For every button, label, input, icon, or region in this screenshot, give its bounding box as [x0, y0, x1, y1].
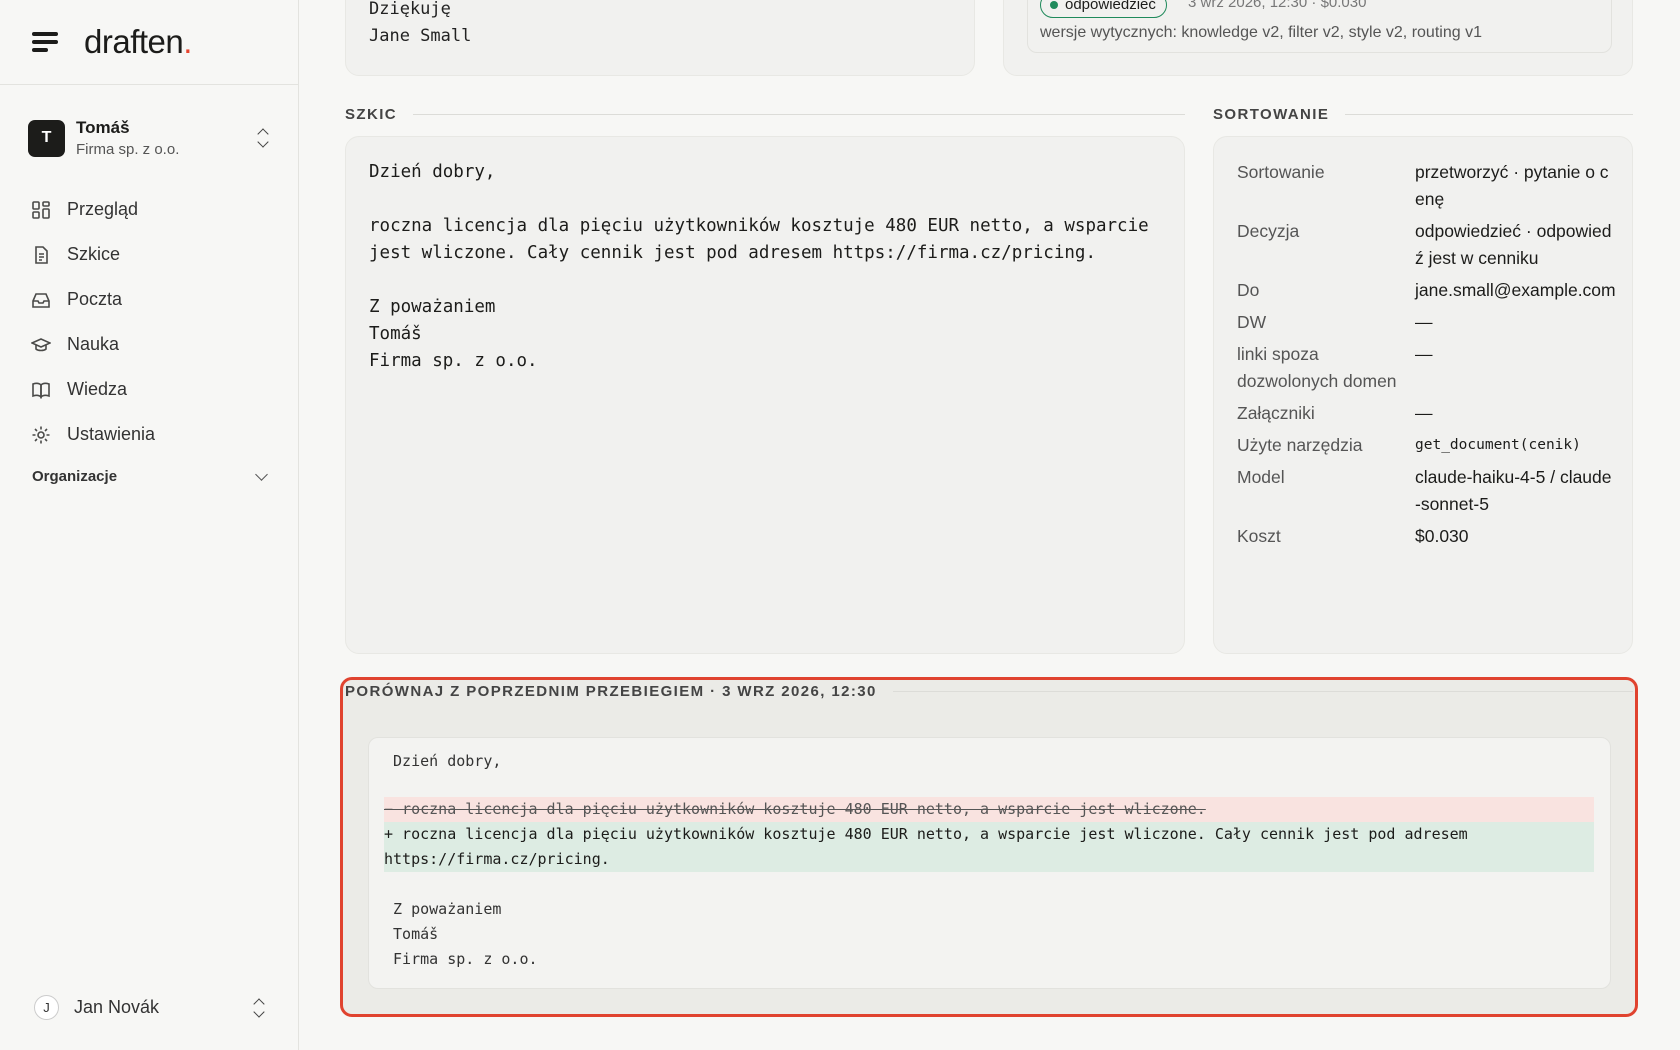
sidebar: draften. T Tomáš Firma sp. z o.o. Przegl…	[0, 0, 299, 1050]
run-meta-card: odpowiedzieć 3 wrz 2026, 12:30 · $0.030 …	[1003, 0, 1633, 76]
run-meta-box: odpowiedzieć 3 wrz 2026, 12:30 · $0.030 …	[1027, 0, 1612, 53]
original-email-card: Dziękuję Jane Small	[345, 0, 975, 76]
detail-row-model: Model claude-haiku-4-5 / claude-sonnet-5	[1237, 467, 1612, 514]
sidebar-item-label: Wiedza	[67, 379, 128, 399]
document-icon	[30, 244, 52, 266]
user-name: Jan Novák	[74, 997, 160, 1017]
sidebar-item-label: Ustawienia	[67, 424, 156, 444]
draft-body[interactable]: Dzień dobry, roczna licencja dla pięciu …	[369, 159, 1149, 375]
guideline-versions: wersje wytycznych: knowledge v2, filter …	[1040, 24, 1482, 41]
organizations-label: Organizacje	[32, 468, 118, 485]
sorting-card: Sortowanie przetworzyć · pytanie o cenę D…	[1213, 136, 1633, 654]
run-timestamp: 3 wrz 2026, 12:30 · $0.030	[1188, 0, 1367, 11]
diff-line: Dzień dobry,	[384, 752, 502, 770]
sidebar-item-szkice[interactable]: Szkice	[30, 232, 270, 277]
detail-row-do: Do jane.small@example.com	[1237, 280, 1616, 300]
sidebar-item-przeglad[interactable]: Przegląd	[30, 187, 270, 232]
account-avatar: T	[28, 119, 65, 157]
book-icon	[30, 379, 52, 401]
sidebar-item-label: Nauka	[67, 334, 120, 354]
sidebar-nav: Przegląd Szkice Poczta Nauka Wiedza Usta…	[30, 187, 270, 457]
menu-icon[interactable]	[32, 31, 60, 53]
gear-icon	[30, 424, 52, 446]
draft-card: Dzień dobry, roczna licencja dla pięciu …	[345, 136, 1185, 654]
original-email-text: Dziękuję Jane Small	[369, 0, 472, 46]
compare-heading: PORÓWNAJ Z POPRZEDNIM PRZEBIEGIEM · 3 WR…	[345, 683, 1633, 700]
sidebar-item-label: Poczta	[67, 289, 123, 309]
draft-heading: SZKIC	[345, 106, 1185, 123]
detail-row-links: linki spoza dozwolonych domen —	[1237, 344, 1433, 391]
detail-row-koszt: Koszt $0.030	[1237, 526, 1469, 546]
inbox-icon	[30, 289, 52, 311]
diff-line-removed: − roczna licencja dla pięciu użytkownikó…	[384, 797, 1594, 822]
chevron-updown-icon	[256, 128, 270, 148]
chevron-down-icon	[255, 467, 268, 481]
diff-line: Tomáš	[384, 925, 439, 943]
sorting-heading: SORTOWANIE	[1213, 106, 1633, 123]
sidebar-item-wiedza[interactable]: Wiedza	[30, 367, 270, 412]
sidebar-item-nauka[interactable]: Nauka	[30, 322, 270, 367]
diff-line: Z poważaniem	[384, 900, 502, 918]
diff-line: Firma sp. z o.o.	[384, 950, 538, 968]
graduation-cap-icon	[30, 334, 52, 356]
diff-line-added: + roczna licencja dla pięciu użytkownikó…	[384, 822, 1594, 872]
detail-row-decyzja: Decyzja odpowiedzieć · odpowiedź jest w c…	[1237, 221, 1612, 268]
account-name: Tomáš	[76, 118, 130, 137]
sidebar-item-ustawienia[interactable]: Ustawienia	[30, 412, 270, 457]
detail-row-dw: DW —	[1237, 312, 1433, 332]
account-company: Firma sp. z o.o.	[76, 141, 180, 158]
brand-bar: draften.	[0, 0, 298, 85]
detail-row-narzedzia: Użyte narzędzia get_document(cenik)	[1237, 435, 1581, 455]
sidebar-item-label: Szkice	[67, 244, 121, 264]
sidebar-item-label: Przegląd	[67, 199, 139, 219]
sidebar-item-poczta[interactable]: Poczta	[30, 277, 270, 322]
chevron-updown-icon	[252, 998, 266, 1018]
detail-row-zalaczniki: Załączniki —	[1237, 403, 1433, 423]
diff-view: Dzień dobry, − roczna licencja dla pięci…	[368, 737, 1611, 989]
organizations-toggle[interactable]: Organizacje	[32, 467, 268, 485]
status-badge: odpowiedzieć	[1040, 0, 1167, 18]
sorting-details: Sortowanie przetworzyć · pytanie o cenę D…	[1237, 159, 1617, 555]
account-switcher[interactable]: T Tomáš Firma sp. z o.o.	[28, 117, 270, 159]
detail-row-sortowanie: Sortowanie przetworzyć · pytanie o cenę	[1237, 162, 1609, 209]
logo[interactable]: draften.	[84, 23, 192, 61]
grid-icon	[30, 199, 52, 221]
user-menu[interactable]: J Jan Novák	[34, 995, 266, 1020]
user-avatar: J	[34, 995, 59, 1020]
